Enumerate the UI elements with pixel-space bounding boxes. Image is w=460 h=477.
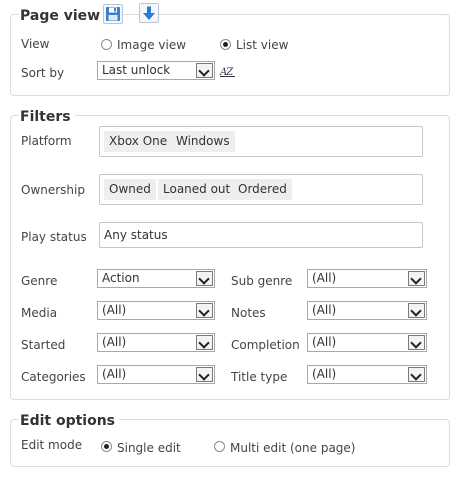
filters-panel: Filters	[10, 108, 450, 400]
ownership-tag[interactable]: Loaned out	[158, 179, 236, 200]
ownership-tag-input[interactable]: Owned Loaned out Ordered	[99, 174, 423, 205]
view-label: View	[21, 37, 50, 51]
chevron-down-icon	[408, 271, 425, 286]
edit-options-title: Edit options	[19, 412, 119, 430]
multi-edit-radio[interactable]	[214, 441, 225, 452]
media-select[interactable]: (All)	[97, 301, 215, 320]
media-value: (All)	[102, 303, 127, 317]
genre-label: Genre	[21, 274, 58, 288]
title-type-label: Title type	[231, 370, 288, 384]
load-view-button[interactable]	[139, 3, 159, 23]
platform-label: Platform	[21, 134, 72, 148]
notes-value: (All)	[312, 303, 337, 317]
floppy-disk-icon	[106, 7, 120, 21]
chevron-down-icon	[408, 335, 425, 350]
filters-title: Filters	[19, 108, 75, 126]
list-view-label[interactable]: List view	[236, 37, 288, 53]
categories-label: Categories	[21, 370, 86, 384]
ownership-tag[interactable]: Ordered	[233, 179, 292, 200]
sort-by-select[interactable]: Last unlock	[97, 61, 215, 80]
title-type-value: (All)	[312, 367, 337, 381]
categories-select[interactable]: (All)	[97, 365, 215, 384]
play-status-input[interactable]: Any status	[99, 222, 423, 248]
notes-select[interactable]: (All)	[307, 301, 427, 320]
single-edit-label[interactable]: Single edit	[117, 440, 181, 456]
single-edit-radio[interactable]	[101, 441, 112, 452]
title-type-select[interactable]: (All)	[307, 365, 427, 384]
chevron-down-icon	[408, 367, 425, 382]
sort-by-label: Sort by	[21, 66, 65, 80]
ownership-tag[interactable]: Owned	[104, 179, 156, 200]
play-status-label: Play status	[21, 230, 87, 244]
completion-label: Completion	[231, 338, 300, 352]
chevron-down-icon	[196, 271, 213, 286]
sort-direction-icon[interactable]: AZ	[220, 64, 236, 78]
chevron-down-icon	[408, 303, 425, 318]
platform-tag[interactable]: Xbox One	[104, 131, 173, 152]
edit-mode-label: Edit mode	[21, 438, 83, 452]
play-status-value: Any status	[104, 228, 168, 242]
list-view-radio[interactable]	[220, 39, 231, 50]
multi-edit-label[interactable]: Multi edit (one page)	[230, 440, 355, 456]
completion-value: (All)	[312, 335, 337, 349]
arrow-down-icon	[143, 6, 155, 20]
chevron-down-icon	[196, 303, 213, 318]
save-view-button[interactable]	[103, 4, 123, 24]
media-label: Media	[21, 306, 58, 320]
page-view-panel: Page view	[10, 7, 450, 96]
categories-value: (All)	[102, 367, 127, 381]
platform-tag-input[interactable]: Xbox One Windows	[99, 126, 423, 157]
started-value: (All)	[102, 335, 127, 349]
started-label: Started	[21, 338, 66, 352]
chevron-down-icon	[196, 367, 213, 382]
image-view-label[interactable]: Image view	[117, 37, 186, 53]
page-view-title: Page view	[19, 7, 105, 25]
started-select[interactable]: (All)	[97, 333, 215, 352]
chevron-down-icon	[196, 335, 213, 350]
sort-by-value: Last unlock	[102, 63, 171, 77]
platform-tag[interactable]: Windows	[171, 131, 235, 152]
chevron-down-icon	[196, 63, 213, 78]
genre-select[interactable]: Action	[97, 269, 215, 288]
completion-select[interactable]: (All)	[307, 333, 427, 352]
notes-label: Notes	[231, 306, 266, 320]
ownership-label: Ownership	[21, 183, 85, 197]
genre-value: Action	[102, 271, 140, 285]
sub-genre-label: Sub genre	[231, 274, 293, 288]
image-view-radio[interactable]	[101, 39, 112, 50]
sub-genre-value: (All)	[312, 271, 337, 285]
sub-genre-select[interactable]: (All)	[307, 269, 427, 288]
